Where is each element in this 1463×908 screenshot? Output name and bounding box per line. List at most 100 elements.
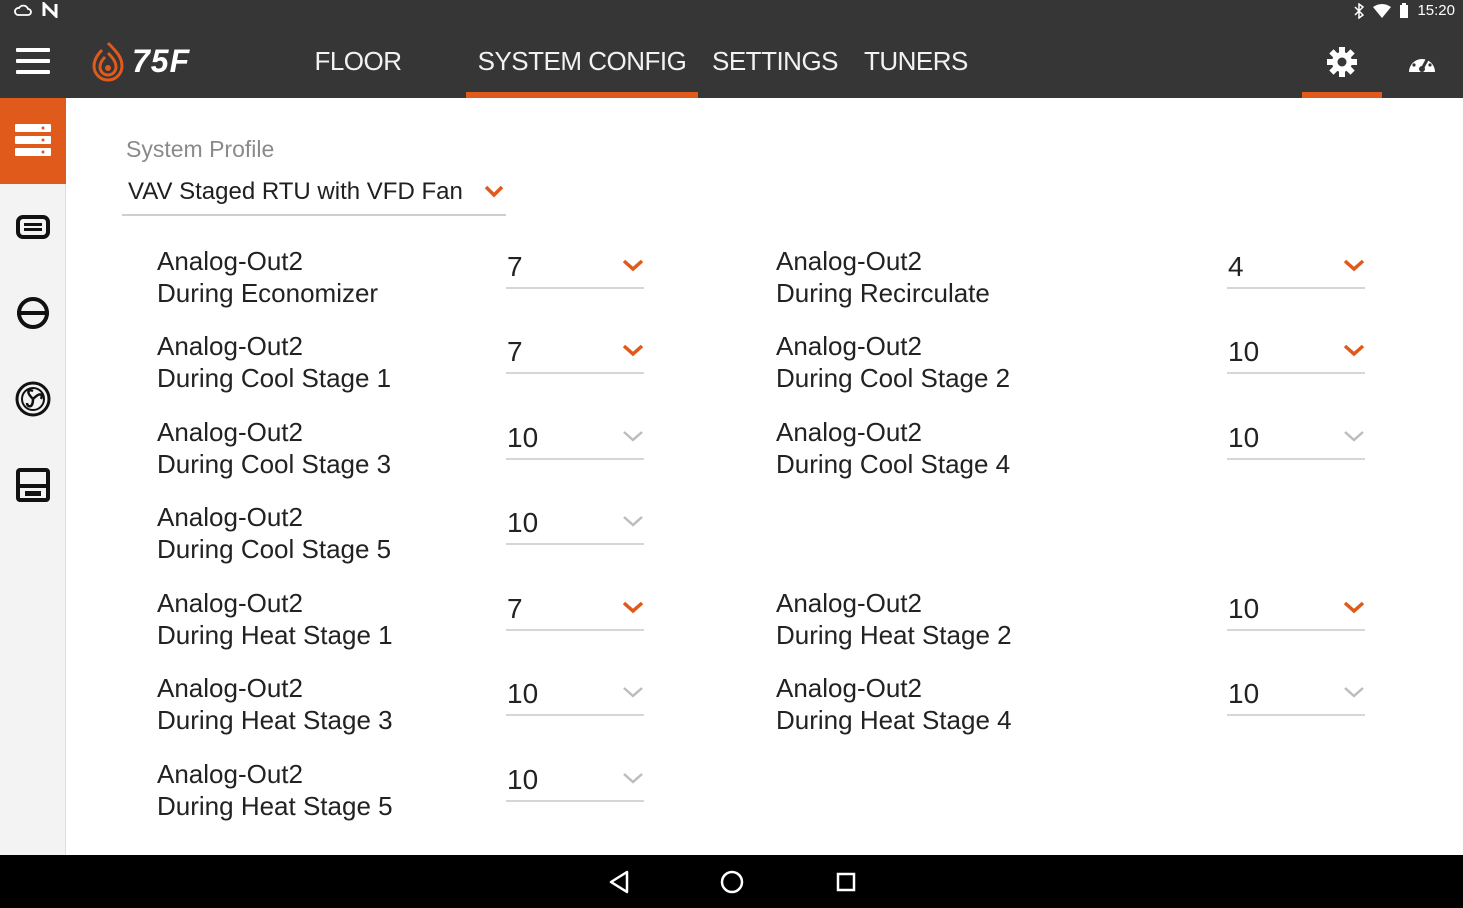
output-label-line1: Analog-Out2: [157, 331, 303, 361]
output-value: 7: [507, 251, 523, 282]
back-icon: [609, 870, 629, 894]
output-label: Analog-Out2 During Heat Stage 5: [157, 758, 393, 822]
output-value-select[interactable]: 10: [1227, 676, 1365, 716]
output-label: Analog-Out2 During Cool Stage 2: [776, 330, 1010, 394]
chevron-down-icon: [1343, 259, 1365, 272]
output-value: 7: [507, 336, 523, 367]
output-value-select[interactable]: 10: [506, 505, 644, 545]
output-value: 10: [507, 764, 539, 795]
output-value-select[interactable]: 7: [506, 249, 644, 289]
chevron-down-icon: [622, 601, 644, 614]
output-label-line2: During Heat Stage 4: [776, 705, 1012, 735]
recents-button[interactable]: [831, 867, 861, 897]
output-value-select[interactable]: 7: [506, 334, 644, 374]
output-label: Analog-Out2 During Cool Stage 5: [157, 501, 391, 565]
chevron-down-icon: [623, 773, 643, 784]
logo-text: 75F: [132, 42, 191, 79]
tab-tuners[interactable]: TUNERS: [864, 24, 968, 98]
bluetooth-icon: [1354, 2, 1365, 19]
output-label-line2: During Cool Stage 4: [776, 449, 1011, 479]
settings-button[interactable]: [1322, 42, 1362, 82]
output-value: 10: [507, 678, 539, 709]
output-label: Analog-Out2 During Heat Stage 1: [157, 587, 393, 651]
output-label-line1: Analog-Out2: [776, 331, 922, 361]
output-value-select[interactable]: 10: [506, 762, 644, 802]
system-profile-select[interactable]: VAV Staged RTU with VFD Fan: [122, 174, 506, 216]
output-value-select[interactable]: 7: [506, 591, 644, 631]
output-label: Analog-Out2 During Cool Stage 1: [157, 330, 391, 394]
output-value-select[interactable]: 10: [1227, 334, 1365, 374]
tab-system-config[interactable]: SYSTEM CONFIG: [466, 24, 698, 98]
output-label-line2: During Cool Stage 1: [157, 363, 392, 393]
stack-icon: [15, 124, 51, 156]
cloud-icon: [14, 4, 32, 16]
system-profile-label: System Profile: [126, 136, 275, 162]
output-label-line2: During Economizer: [157, 278, 379, 308]
output-value-select[interactable]: 10: [1227, 420, 1365, 460]
speedometer-icon: [1409, 53, 1435, 72]
rail-item-duct[interactable]: [0, 270, 66, 356]
output-label-line1: Analog-Out2: [776, 246, 922, 276]
chevron-down-icon: [1344, 687, 1364, 698]
chevron-down-icon: [1343, 344, 1365, 357]
home-button[interactable]: [717, 867, 747, 897]
chevron-down-icon: [484, 185, 504, 198]
rail-item-cm[interactable]: [0, 184, 66, 270]
menu-button[interactable]: [16, 48, 50, 74]
output-label: Analog-Out2 During Heat Stage 3: [157, 672, 393, 736]
rail-item-rtu[interactable]: [0, 442, 66, 528]
home-icon: [720, 870, 744, 894]
back-button[interactable]: [604, 867, 634, 897]
status-bar: 15:20: [0, 0, 1463, 24]
output-label-line1: Analog-Out2: [776, 588, 922, 618]
output-value: 10: [1228, 593, 1260, 624]
app-bar: 75F FLOOR LAYOUT SYSTEM CONFIG SETTINGS …: [0, 24, 1463, 150]
rail-item-fan[interactable]: [0, 356, 66, 442]
duct-icon: [17, 297, 49, 329]
output-value-select[interactable]: 10: [506, 676, 644, 716]
output-value: 10: [1228, 422, 1260, 453]
output-value-select[interactable]: 10: [1227, 591, 1365, 631]
output-label-line1: Analog-Out2: [776, 673, 922, 703]
output-label: Analog-Out2 During Heat Stage 4: [776, 672, 1012, 736]
flame-logo-icon: [92, 41, 124, 82]
output-value: 7: [507, 593, 523, 624]
system-config-panel: System Profile VAV Staged RTU with VFD F…: [66, 98, 1463, 855]
output-label-line1: Analog-Out2: [157, 588, 303, 618]
tab-floor-layout[interactable]: FLOOR LAYOUT: [266, 24, 450, 150]
logo: 75F: [88, 39, 190, 83]
output-label: Analog-Out2 During Economizer: [157, 245, 378, 309]
system-profile-value: VAV Staged RTU with VFD Fan: [128, 178, 463, 205]
output-value: 10: [1228, 678, 1260, 709]
recents-icon: [836, 872, 856, 892]
battery-icon: [1400, 2, 1409, 18]
output-value-select[interactable]: 10: [506, 420, 644, 460]
output-label-line2: During Recirculate: [776, 278, 990, 308]
side-rail: [0, 98, 66, 855]
gear-icon: [1327, 47, 1357, 77]
output-label-line2: During Cool Stage 2: [776, 363, 1011, 393]
cm-icon: [16, 215, 50, 239]
chevron-down-icon: [623, 687, 643, 698]
chevron-down-icon: [622, 259, 644, 272]
output-value: 10: [507, 507, 539, 538]
output-label-line2: During Heat Stage 2: [776, 620, 1012, 650]
output-label: Analog-Out2 During Cool Stage 4: [776, 416, 1010, 480]
chevron-down-icon: [1343, 601, 1365, 614]
chevron-down-icon: [623, 516, 643, 527]
output-value-select[interactable]: 4: [1227, 249, 1365, 289]
dashboard-button[interactable]: [1402, 42, 1442, 82]
output-label-line1: Analog-Out2: [157, 759, 303, 789]
output-label-line1: Analog-Out2: [157, 417, 303, 447]
chevron-down-icon: [622, 344, 644, 357]
tab-settings[interactable]: SETTINGS: [712, 24, 839, 98]
rail-item-system-profile[interactable]: [0, 98, 66, 184]
output-label-line2: During Heat Stage 1: [157, 620, 393, 650]
output-label-line2: During Cool Stage 3: [157, 449, 392, 479]
wifi-icon: [1373, 3, 1392, 18]
output-label-line2: During Heat Stage 5: [157, 791, 393, 821]
output-value: 4: [1228, 251, 1244, 282]
output-label: Analog-Out2 During Recirculate: [776, 245, 990, 309]
output-label-line1: Analog-Out2: [157, 502, 303, 532]
chevron-down-icon: [623, 431, 643, 442]
